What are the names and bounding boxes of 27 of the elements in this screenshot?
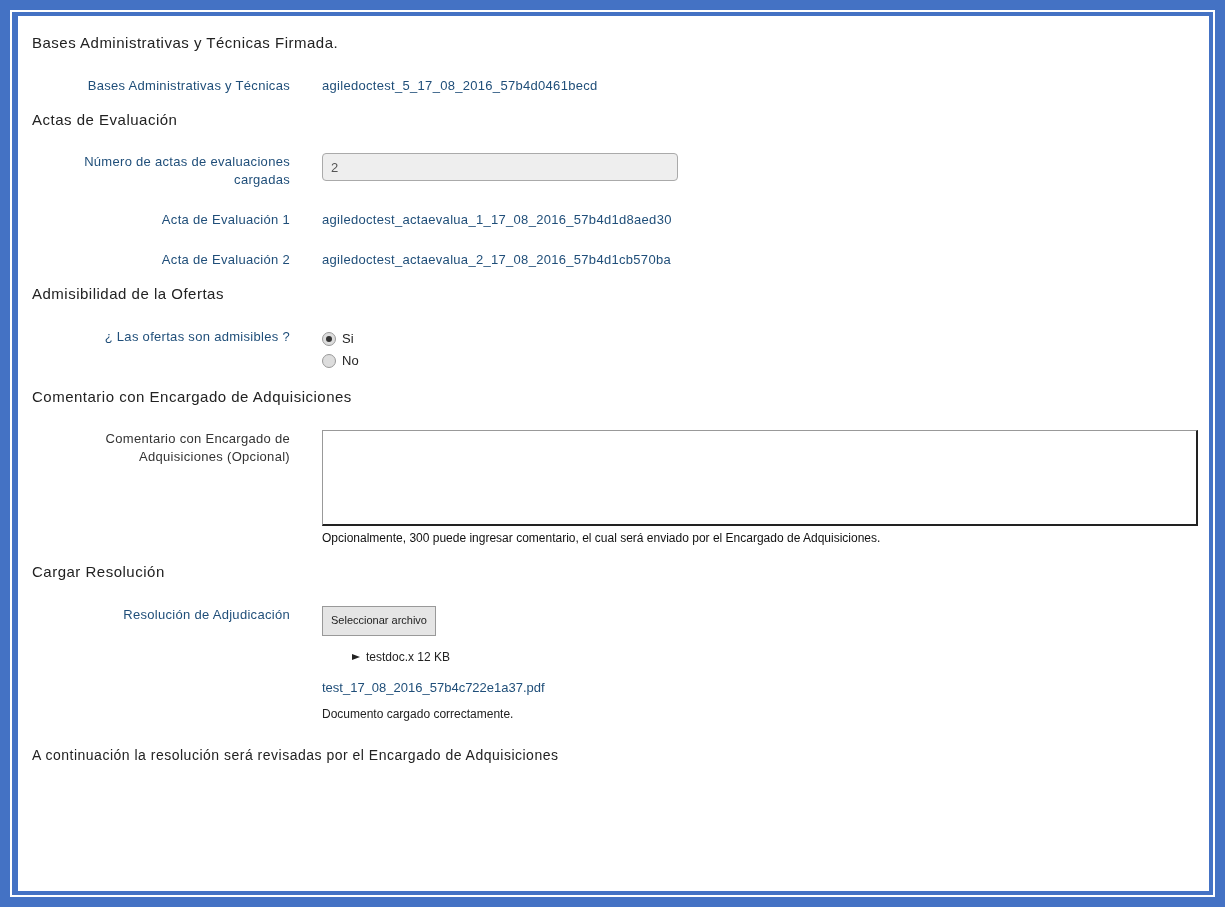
help-text: Opcionalmente, 300 puede ingresar comentario, el cual será enviado por el Encargado de Adquisiciones. bbox=[322, 530, 882, 547]
option-label: Si bbox=[342, 329, 354, 348]
radio-button[interactable] bbox=[322, 353, 336, 368]
field-label: ¿ Las ofertas son admisibles ? bbox=[103, 327, 290, 346]
file-link[interactable]: agiledoctest_5_17_08_2016_57b4d0461becd bbox=[322, 76, 598, 95]
footer-text: A continuación la resolución será revisadas por el Encargado de Adquisiciones bbox=[32, 746, 560, 765]
field-label: Acta de Evaluación 2 bbox=[160, 251, 290, 269]
field-label: Bases Administrativas y Técnicas bbox=[86, 76, 290, 95]
field-label: Acta de Evaluación 1 bbox=[160, 211, 290, 229]
field-label: Número de actas de evaluaciones cargadas bbox=[83, 153, 290, 189]
file-link[interactable]: agiledoctest_actaevalua_2_17_08_2016_57b4d1cb570ba bbox=[322, 251, 671, 269]
file-link[interactable]: agiledoctest_actaevalua_1_17_08_2016_57b4d1d8aed30 bbox=[322, 211, 672, 229]
section-heading: Actas de Evaluación bbox=[32, 109, 179, 130]
option-label: No bbox=[342, 351, 359, 370]
radio-button[interactable] bbox=[322, 331, 336, 346]
field-label: Resolución de Adjudicación bbox=[122, 605, 290, 624]
section-heading: Bases Administrativas y Técnicas Firmada. bbox=[32, 33, 340, 53]
bullet-icon bbox=[352, 652, 360, 661]
status-text: Documento cargado correctamente. bbox=[322, 706, 515, 723]
section-heading: Cargar Resolución bbox=[32, 562, 166, 582]
file-button[interactable]: Seleccionar archivo bbox=[322, 605, 436, 636]
file-link[interactable]: test_17_08_2016_57b4c722e1a37.pdf bbox=[322, 677, 545, 697]
file-name: testdoc.x 12 KB bbox=[366, 648, 451, 666]
section-heading: Admisibilidad de la Ofertas bbox=[32, 284, 225, 304]
field-label: Comentario con Encargado de Adquisiciones (Opcional) bbox=[104, 430, 290, 466]
section-heading: Comentario con Encargado de Adquisiciones bbox=[32, 386, 353, 407]
comment-field[interactable] bbox=[322, 430, 1198, 526]
